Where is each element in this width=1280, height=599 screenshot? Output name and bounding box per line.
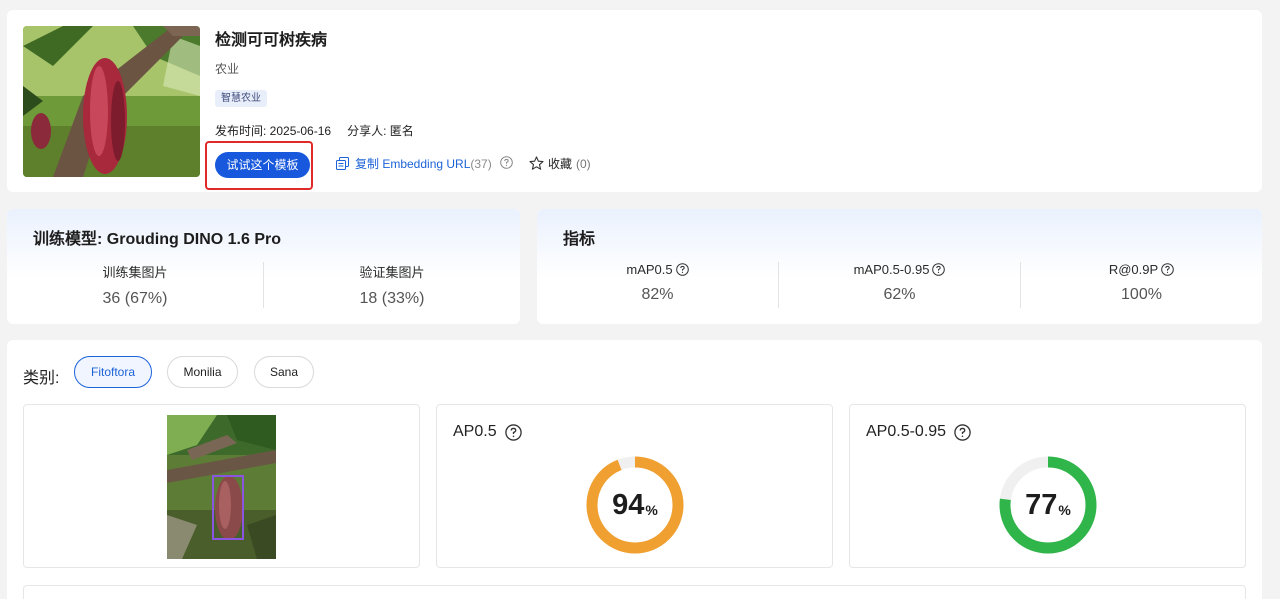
template-meta: 发布时间: 2025-06-16 分享人: 匿名 (215, 122, 414, 139)
val-images-label: 验证集图片 (359, 265, 425, 280)
help-icon[interactable] (1161, 263, 1174, 276)
train-images-stat: 训练集图片 36 (67%) (7, 262, 263, 308)
template-tag[interactable]: 智慧农业 (215, 90, 267, 107)
metrics-card: 指标 mAP0.5 82% mAP0.5-0.95 62% R@0.9P 100… (537, 209, 1262, 324)
class-chip-sana[interactable]: Sana (254, 356, 314, 388)
ap5095-value-display: 77% (998, 455, 1098, 555)
r09p-stat: R@0.9P 100% (1021, 262, 1262, 308)
val-images-value: 18 (33%) (359, 290, 425, 307)
template-thumbnail (23, 26, 200, 177)
training-model-card: 训练模型: Grouding DINO 1.6 Pro 训练集图片 36 (67… (7, 209, 520, 324)
map50-value: 82% (641, 286, 674, 303)
train-images-value: 36 (67%) (102, 290, 168, 307)
map50-stat: mAP0.5 82% (537, 262, 778, 308)
template-category: 农业 (215, 62, 240, 76)
val-images-stat: 验证集图片 18 (33%) (264, 262, 520, 308)
help-icon[interactable] (932, 263, 946, 276)
sample-detection-image[interactable] (167, 415, 276, 559)
ap5095-title: AP0.5-0.95 (866, 423, 947, 440)
map5095-value: 62% (883, 286, 916, 303)
ap50-title: AP0.5 (453, 423, 497, 440)
copy-count: (37) (470, 156, 492, 171)
class-chip-fitoftora[interactable]: Fitoftora (74, 356, 152, 388)
template-title: 检测可可树疾病 (215, 32, 328, 49)
help-icon[interactable] (954, 423, 971, 441)
sharer: 分享人: 匿名 (347, 124, 414, 138)
class-chip-monilia[interactable]: Monilia (167, 356, 238, 388)
map5095-label: mAP0.5-0.95 (853, 262, 930, 277)
try-template-button[interactable]: 试试这个模板 (215, 152, 310, 178)
map5095-stat: mAP0.5-0.95 62% (779, 262, 1020, 308)
copy-label: 复制 Embedding URL (355, 157, 471, 171)
details-panel (23, 585, 1246, 599)
classes-card: 类别: Fitoftora Monilia Sana AP0.5 94 % AP… (7, 340, 1262, 599)
help-icon[interactable] (504, 423, 522, 441)
ap5095-panel: AP0.5-0.95 77% (849, 404, 1246, 568)
copy-embedding-url-link[interactable]: 复制 Embedding URL (37) (336, 155, 513, 172)
help-icon[interactable] (499, 155, 513, 172)
ap50-value: 94 (612, 488, 645, 521)
star-icon (529, 156, 544, 171)
training-model-title: 训练模型: Grouding DINO 1.6 Pro (33, 231, 282, 248)
r09p-label: R@0.9P (1108, 262, 1159, 277)
percent-sign: % (1058, 502, 1071, 518)
template-header-card: 检测可可树疾病 农业 智慧农业 发布时间: 2025-06-16 分享人: 匿名 … (7, 10, 1262, 192)
map50-label: mAP0.5 (626, 262, 673, 277)
ap50-value-display: 94% (585, 455, 685, 555)
publish-date: 发布时间: 2025-06-16 (215, 124, 332, 138)
metrics-title: 指标 (563, 231, 596, 248)
r09p-value: 100% (1121, 286, 1162, 303)
train-images-label: 训练集图片 (102, 265, 168, 280)
try-button-highlight: 试试这个模板 (205, 141, 313, 190)
help-icon[interactable] (675, 263, 689, 276)
favorite-button[interactable]: 收藏 (0) (529, 155, 591, 172)
favorite-count: (0) (576, 156, 591, 171)
copy-icon (336, 157, 349, 170)
percent-sign: % (645, 502, 658, 518)
classes-label: 类别: (23, 370, 60, 387)
favorite-label: 收藏 (548, 157, 573, 171)
ap5095-value: 77 (1025, 488, 1058, 521)
ap50-panel: AP0.5 94% (436, 404, 833, 568)
sample-image-panel (23, 404, 420, 568)
